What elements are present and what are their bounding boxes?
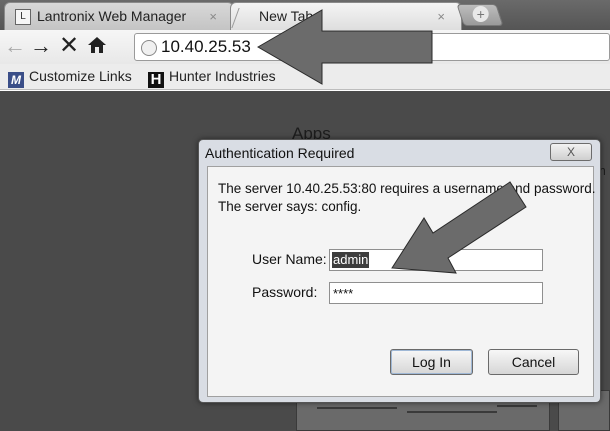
- log-in-button[interactable]: Log In: [390, 349, 473, 375]
- tab-close-icon[interactable]: ×: [437, 9, 445, 24]
- username-label: User Name:: [252, 251, 327, 267]
- bookmark-customize-links[interactable]: M Customize Links: [8, 68, 132, 88]
- bookmarks-bar: M Customize Links H Hunter Industries: [0, 64, 610, 90]
- tab-new-tab[interactable]: New Tab ×: [230, 2, 462, 30]
- username-value: admin: [332, 252, 370, 268]
- browser-toolbar: ← → ✕: [0, 30, 610, 64]
- auth-dialog: Authentication Required X The server 10.…: [198, 139, 601, 403]
- cancel-button[interactable]: Cancel: [488, 349, 579, 375]
- dialog-message: The server says: config.: [218, 199, 362, 214]
- tab-divider: [231, 8, 249, 28]
- password-field[interactable]: [329, 282, 543, 304]
- address-input[interactable]: [161, 35, 561, 59]
- plus-icon: +: [472, 6, 489, 22]
- dialog-message: The server 10.40.25.53:80 requires a use…: [218, 181, 596, 196]
- m-logo-icon: M: [8, 72, 24, 88]
- globe-icon: [141, 40, 157, 56]
- h-logo-icon: H: [148, 72, 164, 88]
- tab-close-icon[interactable]: ×: [209, 9, 217, 24]
- dialog-close-button[interactable]: X: [550, 143, 592, 161]
- home-icon[interactable]: [86, 35, 108, 57]
- stop-icon[interactable]: ✕: [58, 34, 80, 58]
- back-arrow-icon[interactable]: ←: [4, 35, 26, 57]
- tab-title: Lantronix Web Manager: [37, 8, 187, 24]
- page-favicon-icon: L: [15, 9, 31, 25]
- password-label: Password:: [252, 284, 318, 300]
- new-tab-button[interactable]: +: [456, 4, 504, 26]
- tab-title: New Tab: [259, 8, 314, 24]
- dialog-body: The server 10.40.25.53:80 requires a use…: [207, 166, 596, 397]
- bookmark-hunter-industries[interactable]: H Hunter Industries: [148, 68, 276, 88]
- tab-strip: L Lantronix Web Manager × New Tab × +: [0, 0, 610, 30]
- bookmark-label: Hunter Industries: [169, 68, 276, 84]
- dialog-title: Authentication Required: [205, 145, 355, 161]
- bookmark-label: Customize Links: [29, 68, 132, 84]
- address-bar[interactable]: [134, 33, 610, 61]
- tab-lantronix[interactable]: L Lantronix Web Manager ×: [4, 2, 234, 30]
- forward-arrow-icon[interactable]: →: [30, 35, 52, 57]
